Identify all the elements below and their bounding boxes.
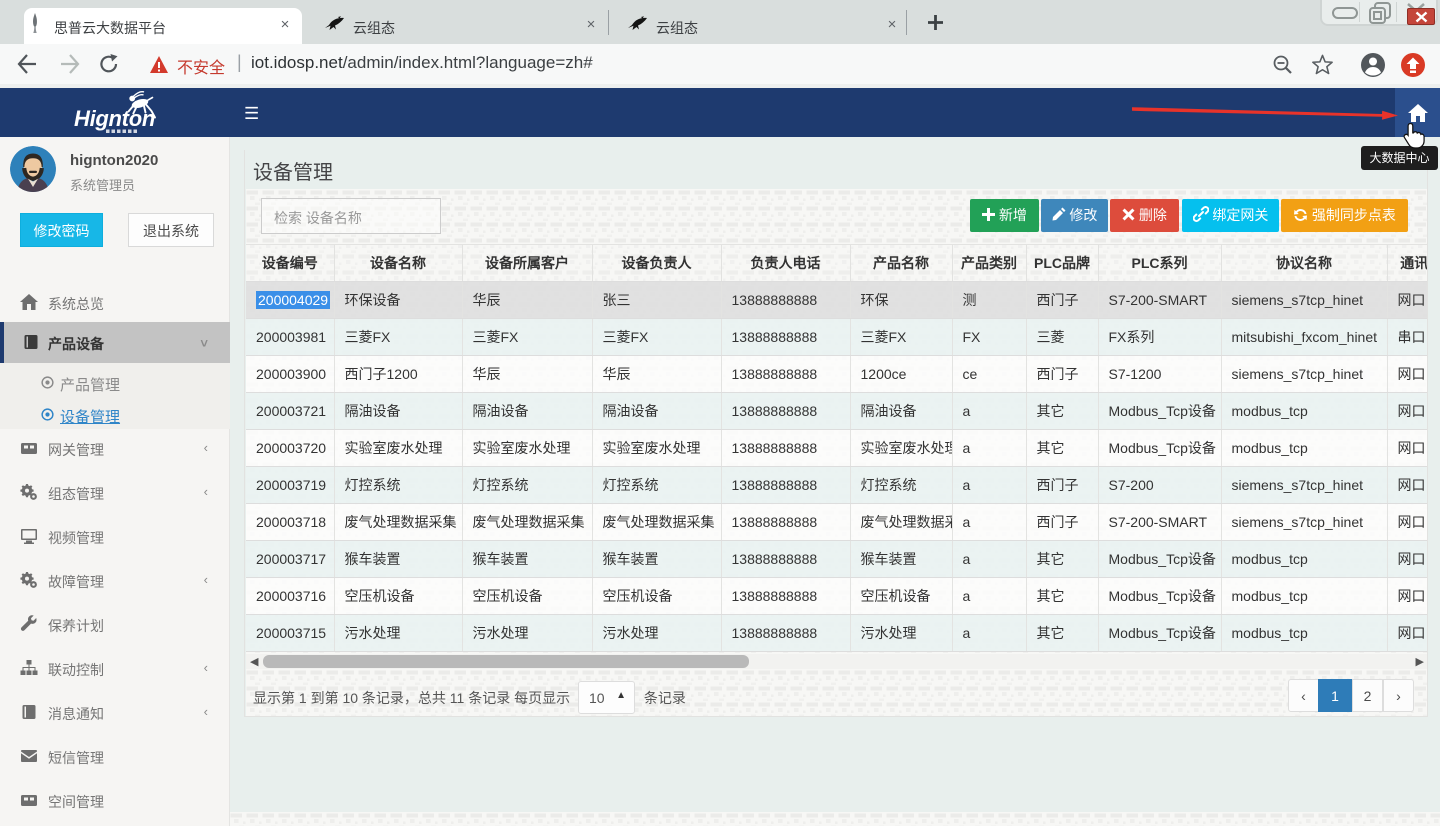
svg-text:Hignton: Hignton: [74, 106, 155, 131]
